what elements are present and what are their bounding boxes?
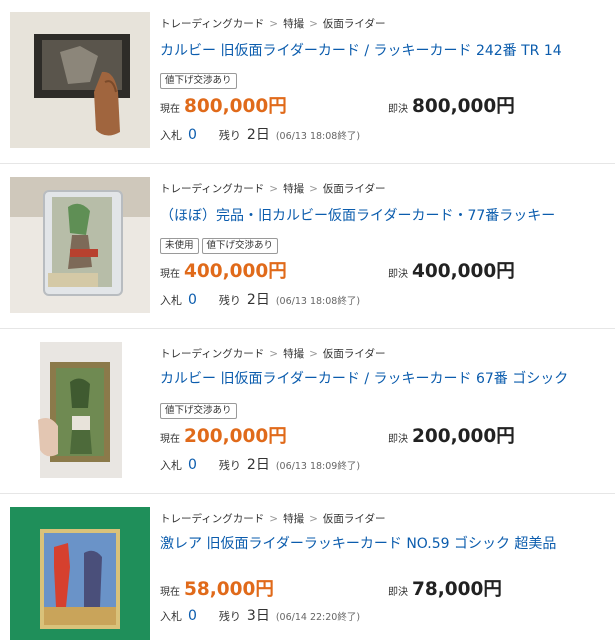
item-thumbnail[interactable] [10,12,150,148]
listing-item: トレーディングカード > 特撮 > 仮面ライダー カルビー 旧仮面ライダーカード / ラ… [0,0,615,164]
bids-label: 入札 [160,610,182,623]
time-left-label: 残り [218,294,241,307]
breadcrumb-separator: > [309,18,318,30]
item-title-link[interactable]: カルビー 旧仮面ライダーカード / ラッキーカード 67番 ゴシック [160,368,568,388]
current-price-label: 現在 [160,104,180,115]
item-title-link[interactable]: 激レア 旧仮面ライダーラッキーカード NO.59 ゴシック 超美品 [160,533,556,553]
breadcrumb: トレーディングカード > 特撮 > 仮面ライダー [160,346,385,361]
current-price: 800,000円 [184,96,287,117]
listing-item: トレーディングカード > 特撮 > 仮面ライダー （ほぼ）完品・旧カルビー仮面ライダーカ… [0,165,615,329]
breadcrumb-category[interactable]: トレーディングカード [160,18,264,30]
buy-now-label: 即決 [388,587,408,598]
auction-meta: 入札 0 残り 2日 (06/13 18:08終了) [160,289,360,309]
current-price: 200,000円 [184,426,287,447]
end-time: (06/13 18:08終了) [275,296,361,307]
buy-now-price: 200,000円 [412,426,515,447]
end-time: (06/13 18:09終了) [275,461,361,472]
badge-group: 値下げ交渉あり [160,68,240,89]
bid-count-link[interactable]: 0 [188,127,197,143]
auction-meta: 入札 0 残り 3日 (06/14 22:20終了) [160,605,360,625]
auction-meta: 入札 0 残り 2日 (06/13 18:08終了) [160,124,360,144]
breadcrumb-category[interactable]: 特撮 [283,183,304,195]
card-photo [10,12,150,148]
price-row: 現在 58,000円 即決 78,000円 [160,575,615,601]
breadcrumb-separator: > [309,183,318,195]
breadcrumb-category[interactable]: 仮面ライダー [323,513,386,525]
time-left: 2日 [246,292,270,308]
current-price: 58,000円 [184,579,274,600]
negotiable-badge: 値下げ交渉あり [160,73,237,89]
breadcrumb-separator: > [309,513,318,525]
time-left-label: 残り [218,459,241,472]
bid-count-link[interactable]: 0 [188,457,197,473]
current-price-label: 現在 [160,587,180,598]
bids-label: 入札 [160,129,182,142]
bids-label: 入札 [160,459,182,472]
price-row: 現在 200,000円 即決 200,000円 [160,422,615,448]
item-title-link[interactable]: （ほぼ）完品・旧カルビー仮面ライダーカード・77番ラッキー [160,205,555,225]
buy-now-label: 即決 [388,434,408,445]
listing-item: トレーディングカード > 特撮 > 仮面ライダー 激レア 旧仮面ライダーラッキーカード … [0,495,615,640]
breadcrumb-category[interactable]: 仮面ライダー [323,18,386,30]
bid-count-link[interactable]: 0 [188,292,197,308]
buy-now-price: 800,000円 [412,96,515,117]
auction-listing: トレーディングカード > 特撮 > 仮面ライダー カルビー 旧仮面ライダーカード / ラ… [0,0,615,640]
card-photo [10,177,150,313]
end-time: (06/14 22:20終了) [275,612,361,623]
badge-group: 値下げ交渉あり [160,398,240,419]
item-thumbnail[interactable] [10,342,150,478]
buy-now-label: 即決 [388,104,408,115]
negotiable-badge: 値下げ交渉あり [201,238,279,254]
breadcrumb-category[interactable]: 特撮 [283,348,304,360]
breadcrumb: トレーディングカード > 特撮 > 仮面ライダー [160,511,385,526]
breadcrumb-category[interactable]: トレーディングカード [160,183,264,195]
time-left-label: 残り [218,129,241,142]
time-left: 3日 [246,608,270,624]
breadcrumb-category[interactable]: 特撮 [283,18,304,30]
breadcrumb-category[interactable]: 仮面ライダー [323,183,386,195]
listing-item: トレーディングカード > 特撮 > 仮面ライダー カルビー 旧仮面ライダーカード / ラ… [0,330,615,494]
buy-now-price: 400,000円 [412,261,515,282]
item-thumbnail[interactable] [10,177,150,313]
breadcrumb-separator: > [269,513,279,525]
current-price-label: 現在 [160,269,180,280]
bid-count-link[interactable]: 0 [188,608,197,624]
buy-now-label: 即決 [388,269,408,280]
breadcrumb-category[interactable]: トレーディングカード [160,513,264,525]
time-left-label: 残り [218,610,241,623]
price-row: 現在 800,000円 即決 800,000円 [160,92,615,118]
buy-now-price: 78,000円 [412,579,502,600]
negotiable-badge: 値下げ交渉あり [160,403,237,419]
breadcrumb-separator: > [269,183,279,195]
card-photo [10,507,150,640]
badge-group: 未使用 値下げ交渉あり [160,233,281,254]
time-left: 2日 [246,457,270,473]
breadcrumb: トレーディングカード > 特撮 > 仮面ライダー [160,16,385,31]
breadcrumb-category[interactable]: トレーディングカード [160,348,264,360]
breadcrumb-category[interactable]: 仮面ライダー [323,348,386,360]
item-title-link[interactable]: カルビー 旧仮面ライダーカード / ラッキーカード 242番 TR 14 [160,40,562,60]
time-left: 2日 [246,127,270,143]
card-photo [10,342,150,478]
bids-label: 入札 [160,294,182,307]
item-thumbnail[interactable] [10,507,150,640]
breadcrumb-category[interactable]: 特撮 [283,513,304,525]
breadcrumb: トレーディングカード > 特撮 > 仮面ライダー [160,181,385,196]
auction-meta: 入札 0 残り 2日 (06/13 18:09終了) [160,454,360,474]
price-row: 現在 400,000円 即決 400,000円 [160,257,615,283]
breadcrumb-separator: > [269,18,279,30]
current-price-label: 現在 [160,434,180,445]
breadcrumb-separator: > [309,348,318,360]
breadcrumb-separator: > [269,348,279,360]
unused-badge: 未使用 [160,238,199,254]
end-time: (06/13 18:08終了) [275,131,361,142]
current-price: 400,000円 [184,261,287,282]
